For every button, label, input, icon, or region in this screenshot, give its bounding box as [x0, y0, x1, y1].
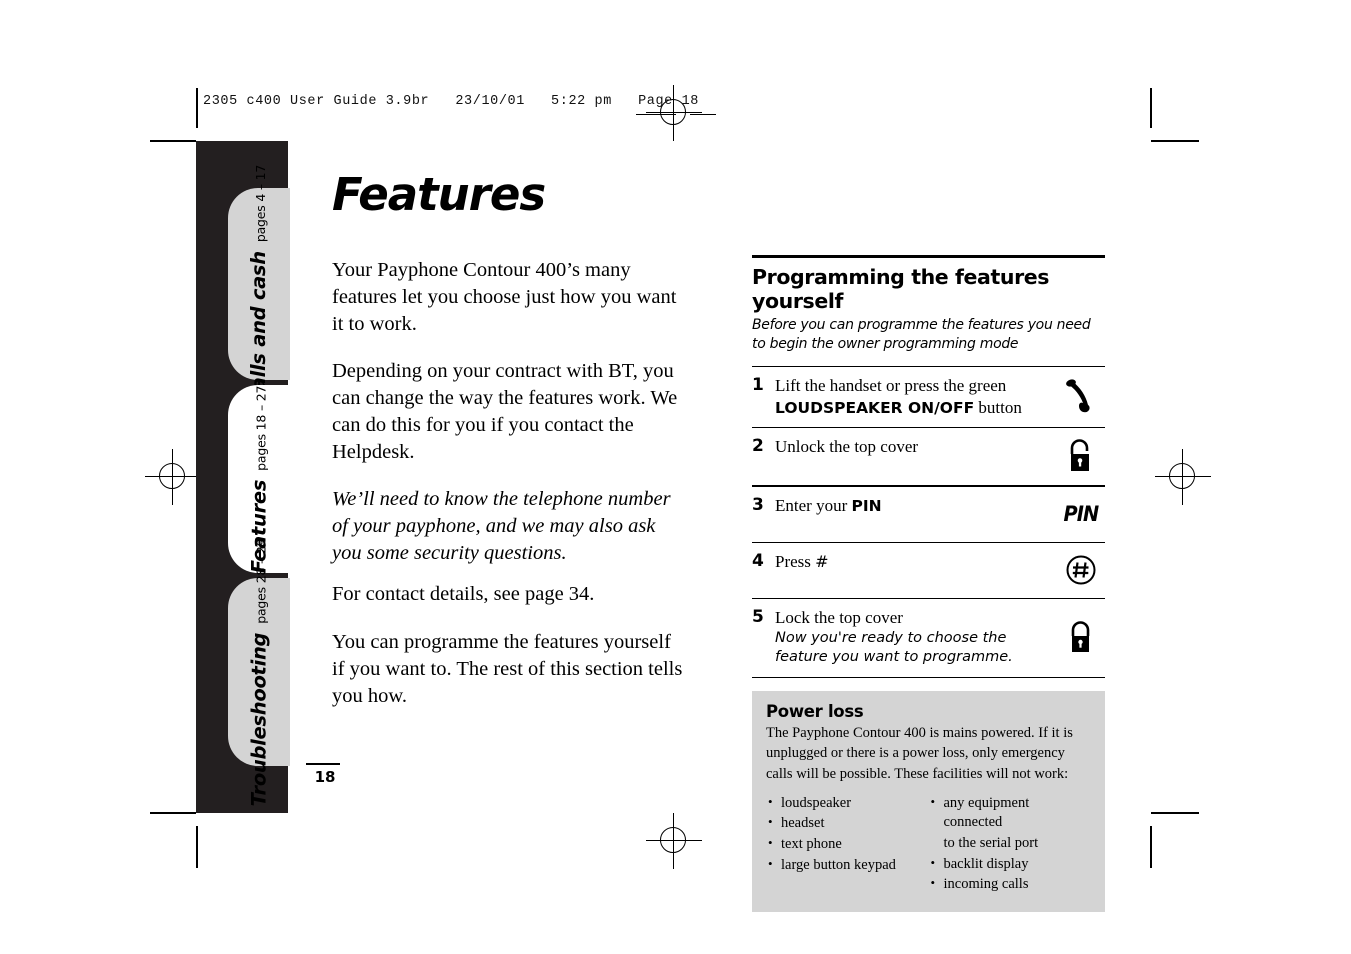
sidebar-tab-pages: pages 28 – 29	[253, 538, 269, 624]
crop-mark-top-right-vertical	[1150, 88, 1152, 128]
power-loss-bullet-columns: loudspeaker headset text phone large but…	[766, 792, 1092, 897]
intro-paragraph-5: You can programme the features yourself …	[332, 630, 683, 707]
step-row: 5 Lock the top cover Now you're ready to…	[752, 599, 1105, 677]
step-row: 2 Unlock the top cover	[752, 428, 1105, 485]
sidebar-tab-pages: pages 4 – 17	[253, 164, 269, 242]
step-body: Unlock the top cover	[775, 436, 1057, 457]
crop-mark-bottom-left-vertical	[196, 826, 198, 868]
section-title: Programming the features yourself	[752, 265, 1050, 313]
registration-target-left	[145, 449, 201, 505]
crop-mark-bottom-right-horizontal	[1151, 812, 1199, 814]
step-number: 1	[752, 375, 764, 396]
step-text-after: #	[815, 551, 829, 571]
step-text-bold: LOUDSPEAKER ON/OFF	[775, 398, 975, 417]
page-title: Features	[332, 168, 546, 221]
list-item: incoming calls	[929, 874, 1092, 895]
registration-target-bottom	[646, 813, 702, 869]
step-body: Press #	[775, 551, 1057, 572]
step-number: 3	[752, 494, 764, 515]
crop-mark-bottom-right-vertical	[1150, 826, 1152, 868]
padlock-closed-icon	[1057, 617, 1105, 657]
power-loss-body: The Payphone Contour 400 is mains powere…	[766, 724, 1073, 782]
page-number: 18	[314, 768, 336, 786]
sidebar-tab-pages: pages 18 – 27	[253, 385, 269, 471]
power-loss-title: Power loss	[766, 701, 864, 721]
step-body: Lock the top cover Now you're ready to c…	[775, 607, 1057, 668]
step-body: Enter your PIN	[775, 495, 1057, 517]
print-slug-line: 2305 c400 User Guide 3.9br 23/10/01 5:22…	[203, 94, 699, 109]
page-number-rule	[306, 763, 340, 765]
step-text-bold: PIN	[851, 496, 882, 515]
step-text: Press #	[775, 551, 1049, 572]
list-item: loudspeaker	[766, 793, 929, 814]
step-divider	[752, 676, 1105, 678]
list-item: any equipment connected	[929, 792, 1092, 833]
step-text-before: Enter your	[775, 495, 852, 515]
hash-circle-icon	[1057, 554, 1105, 586]
step-text-before: Press	[775, 551, 816, 571]
padlock-open-icon	[1057, 436, 1105, 476]
power-loss-bullets-left: loudspeaker headset text phone large but…	[766, 793, 929, 897]
step-row: 3 Enter your PIN PIN	[752, 487, 1105, 542]
sidebar-tab-calls-and-cash[interactable]: Calls and cash pages 4 – 17	[228, 164, 290, 404]
step-row: 1 Lift the handset or press the green LO…	[752, 367, 1105, 427]
handset-icon	[1057, 377, 1105, 417]
intro-paragraph-3-italic: We’ll need to know the telephone number …	[332, 488, 671, 565]
registration-target-right	[1155, 449, 1211, 505]
sidebar-tab-title: Calls and cash	[247, 250, 271, 404]
step-note: Now you're ready to choose the feature y…	[775, 630, 1013, 666]
list-item: text phone	[766, 834, 929, 855]
sidebar-tab-troubleshooting[interactable]: Troubleshooting pages 28 – 29	[228, 538, 290, 806]
intro-paragraph-2: Depending on your contract with BT, you …	[332, 360, 678, 464]
right-column: Programming the features yourself Before…	[752, 255, 1105, 913]
step-number: 2	[752, 436, 764, 457]
list-item: headset	[766, 813, 929, 834]
pin-icon-label: PIN	[1063, 501, 1100, 526]
step-row: 4 Press #	[752, 543, 1105, 598]
list-item: backlit display	[929, 854, 1092, 875]
list-item-continuation: to the serial port	[943, 834, 1039, 851]
crop-mark-top-right-horizontal	[1151, 140, 1199, 142]
crop-mark-bottom-left-horizontal	[150, 812, 196, 814]
crop-mark-top-left-vertical	[196, 88, 198, 128]
step-text-before: Lift the handset or press the green	[775, 376, 1007, 396]
pin-icon: PIN	[1057, 502, 1105, 526]
step-text: Enter your PIN	[775, 495, 1049, 517]
section-top-rule	[752, 255, 1105, 258]
step-text: Lock the top cover	[775, 607, 903, 627]
crop-mark-top-left-horizontal	[150, 140, 196, 142]
step-number: 5	[752, 606, 764, 627]
page-number-block: 18	[305, 763, 345, 786]
section-subtitle: Before you can programme the features yo…	[752, 317, 1091, 353]
intro-paragraph-4: For contact details, see page 34.	[332, 583, 595, 606]
left-column: Features Your Payphone Contour 400’s man…	[332, 172, 684, 730]
list-item: large button keypad	[766, 855, 929, 876]
step-text: Unlock the top cover	[775, 437, 919, 457]
intro-paragraph-1: Your Payphone Contour 400’s many feature…	[332, 259, 677, 336]
step-body: Lift the handset or press the green LOUD…	[775, 375, 1057, 418]
step-text-after: button	[974, 397, 1022, 417]
sidebar-tab-title: Troubleshooting	[247, 632, 271, 806]
step-text: Lift the handset or press the green LOUD…	[775, 375, 1049, 418]
power-loss-bullets-right: any equipment connected to the serial po…	[929, 792, 1092, 897]
step-number: 4	[752, 550, 764, 571]
power-loss-box: Power loss The Payphone Contour 400 is m…	[752, 690, 1105, 913]
